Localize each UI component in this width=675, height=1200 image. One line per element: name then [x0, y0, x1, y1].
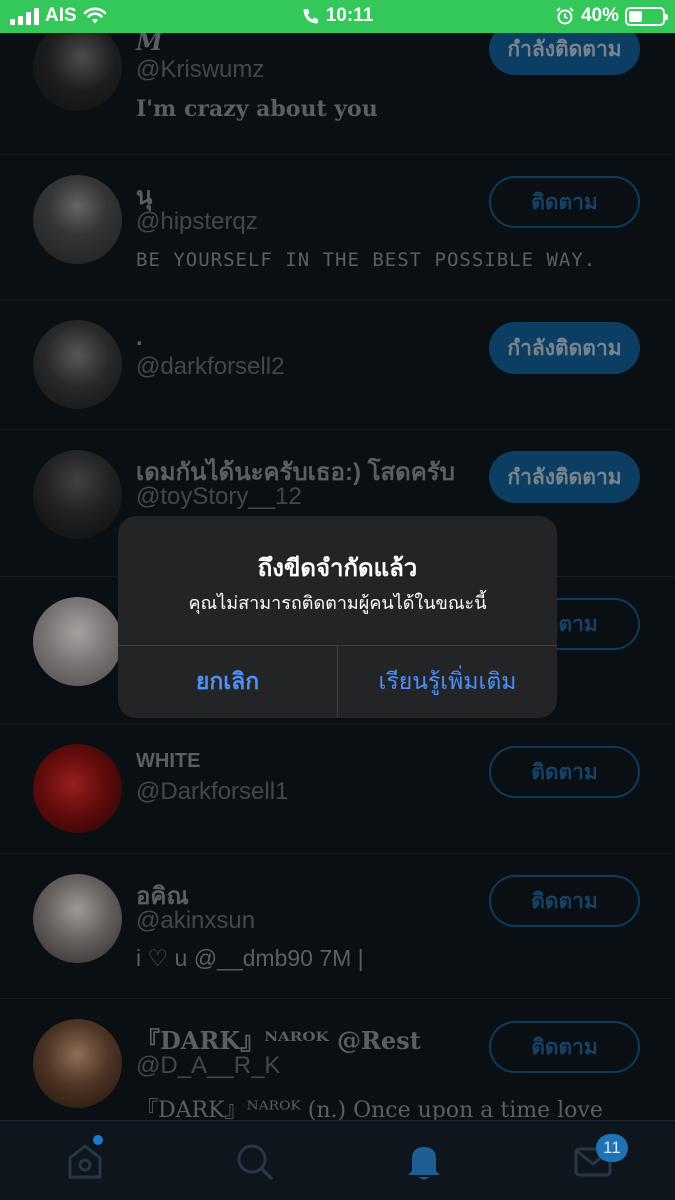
rate-limit-alert: ถึงขีดจำกัดแล้ว คุณไม่สามารถติดตามผู้คนไ…	[118, 516, 557, 718]
phone-icon	[303, 9, 318, 24]
battery-percent: 40%	[580, 5, 619, 26]
search-icon[interactable]	[232, 1139, 276, 1183]
messages-badge: 11	[596, 1134, 628, 1162]
notifications-icon[interactable]	[402, 1139, 446, 1183]
battery-icon	[625, 6, 668, 26]
status-bar: AIS 10:11 40%	[0, 0, 675, 33]
cancel-button[interactable]: ยกเลิก	[118, 646, 337, 718]
home-icon[interactable]	[63, 1139, 107, 1183]
learn-more-button[interactable]: เรียนรู้เพิ่มเติม	[338, 646, 557, 718]
alarm-icon	[556, 7, 574, 25]
clock: 10:11	[325, 5, 374, 26]
home-new-indicator	[93, 1135, 103, 1145]
alert-message: คุณไม่สามารถติดตามผู้คนได้ในขณะนี้	[188, 593, 487, 614]
tab-bar	[0, 1120, 675, 1200]
alert-title: ถึงขีดจำกัดแล้ว	[257, 554, 418, 582]
